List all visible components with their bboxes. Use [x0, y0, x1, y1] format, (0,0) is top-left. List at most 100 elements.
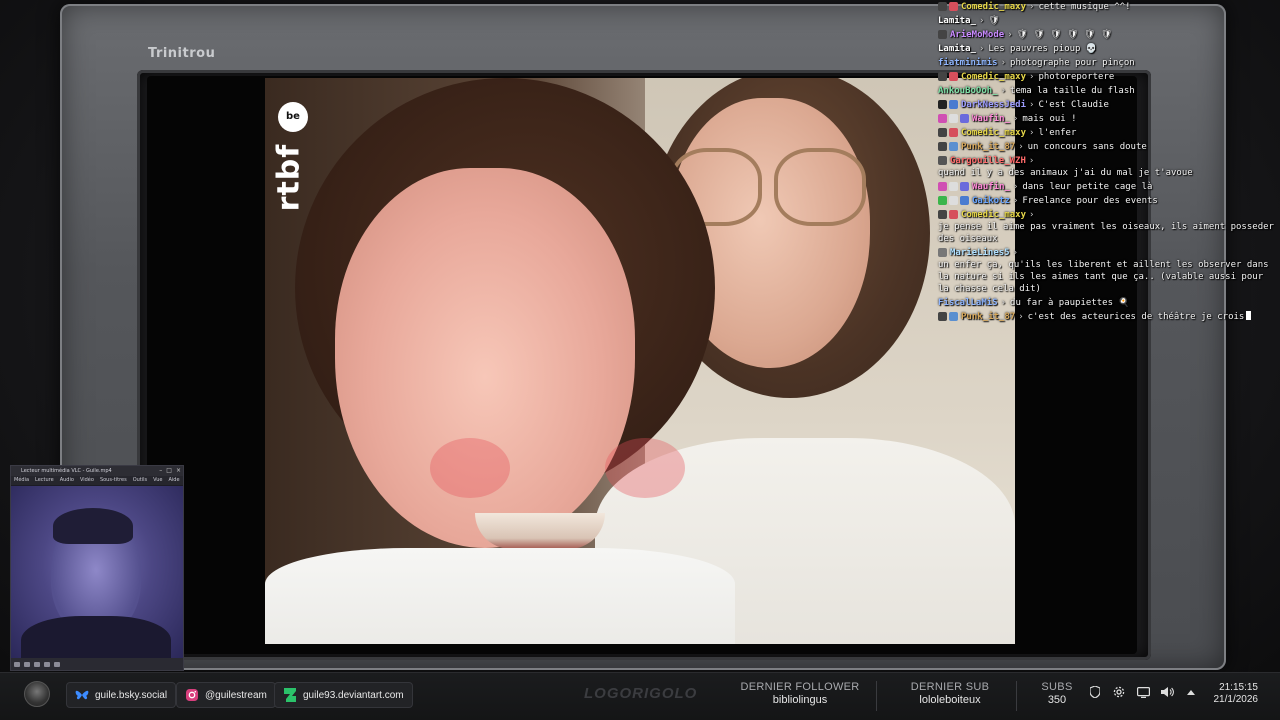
monitor-icon[interactable] [1136, 685, 1150, 699]
chat-username[interactable]: ArieMoMode [950, 29, 1004, 41]
webcam-menu-item[interactable]: Lecture [35, 476, 54, 485]
webcam-video [11, 486, 183, 660]
webcam-window[interactable]: Lecteur multimédia VLC - Guile.mp4 – □ ×… [10, 465, 184, 671]
chat-message: Comedic_maxy › photoreportere [936, 70, 1276, 84]
chat-badge-icon [949, 2, 958, 11]
chat-text: tema la taille du flash [1010, 86, 1135, 96]
chat-message: Comedic_maxy › l'enfer [936, 126, 1276, 140]
instagram-link[interactable]: @guilestream [176, 682, 276, 708]
webcam-menu-item[interactable]: Média [14, 476, 29, 485]
woman-front-face [335, 168, 685, 549]
bluesky-link[interactable]: guile.bsky.social [66, 682, 177, 708]
chat-badge-icon [938, 196, 947, 205]
chat-badges [938, 29, 947, 39]
divider [876, 681, 877, 711]
chat-badges [938, 247, 947, 257]
deviantart-icon [283, 688, 297, 702]
webcam-menu-item[interactable]: Vidéo [80, 476, 94, 485]
chat-separator: › [1000, 58, 1007, 68]
chat-message: AnkouBoOoh_ › tema la taille du flash [936, 84, 1276, 98]
chat-badge-icon [938, 210, 947, 219]
chat-username[interactable]: Gargouille_WZH [950, 155, 1026, 167]
chat-username[interactable]: Comedic_maxy [961, 71, 1026, 83]
chat-badges [938, 311, 958, 321]
chat-message: MarieLines5 › un enfer ça, qu'ils les libe… [936, 246, 1276, 296]
chat-separator: › [1028, 156, 1035, 166]
stop-icon[interactable] [34, 661, 40, 667]
chat-badges [938, 141, 958, 151]
chat-username[interactable]: Punk_it_87 [961, 311, 1015, 323]
chat-username[interactable]: Lamita_ [938, 15, 976, 27]
chat-username[interactable]: Comedic_maxy [961, 209, 1026, 221]
chat-badge-icon [938, 30, 947, 39]
chat-separator: › [978, 16, 985, 26]
webcam-menu-item[interactable]: Audio [60, 476, 74, 485]
minimize-icon[interactable]: – [159, 466, 162, 476]
instagram-icon [185, 688, 199, 702]
divider [1016, 681, 1017, 711]
chat-overlay: Comedic_maxy › cette musique ^^! Lamita_ › 🛡 A… [936, 0, 1276, 330]
chat-cursor [1246, 311, 1252, 320]
maximize-icon[interactable]: □ [166, 466, 172, 476]
chat-username[interactable]: AnkouBoOoh_ [938, 85, 998, 97]
chat-username[interactable]: DarkNessJedi [961, 99, 1026, 111]
clock[interactable]: 21:15:15 21/1/2026 [1214, 682, 1259, 706]
chat-separator: › [1029, 210, 1035, 220]
fullscreen-icon[interactable] [54, 661, 60, 667]
chat-text: quand il y a des animaux j'ai du mal je … [938, 168, 1193, 178]
chat-badge-icon [938, 72, 947, 81]
chevron-up-icon[interactable] [1184, 685, 1198, 699]
chat-badge-icon [938, 156, 947, 165]
play-icon[interactable] [14, 661, 20, 667]
chat-username[interactable]: Punk_it_87 [961, 141, 1015, 153]
last-sub: DERNIER SUB lololeboiteux [900, 681, 1000, 706]
chat-message: Gaikotz › Freelance pour des events [936, 194, 1276, 208]
chat-separator: › [1000, 86, 1007, 96]
last-sub-label: DERNIER SUB [910, 681, 990, 693]
chat-username[interactable]: FiscalLaMiS [938, 297, 998, 309]
chat-badge-icon [949, 72, 958, 81]
chat-message: DarkNessJedi › C'est Claudie [936, 98, 1276, 112]
chat-message: Lamita_ › 🛡 [936, 14, 1276, 28]
chat-badge-icon [938, 312, 947, 321]
deviantart-link[interactable]: guile93.deviantart.com [274, 682, 413, 708]
chat-badge-icon [938, 128, 947, 137]
chat-badge-icon [960, 114, 969, 123]
chat-text: 🛡 🛡 🛡 🛡 🛡 🛡 [1016, 30, 1113, 40]
stream-taskbar: guile.bsky.social @guilestream guile93.d… [0, 672, 1280, 720]
avatar[interactable] [24, 681, 50, 707]
chat-message: Waufin_ › dans leur petite cage là [936, 180, 1276, 194]
chat-separator: › [1029, 128, 1035, 138]
chat-badge-icon [949, 128, 958, 137]
settings-icon[interactable] [1112, 685, 1126, 699]
webcam-menu-item[interactable]: Outils [133, 476, 147, 485]
chat-badge-icon [938, 100, 947, 109]
webcam-menu-item[interactable]: Vue [153, 476, 162, 485]
chat-message: Gargouille_WZH › quand il y a des animaux … [936, 154, 1276, 180]
subs-label: SUBS [1041, 681, 1073, 693]
prev-icon[interactable] [24, 661, 30, 667]
chat-username[interactable]: Gaikotz [972, 195, 1010, 207]
chat-username[interactable]: Comedic_maxy [961, 1, 1026, 13]
next-icon[interactable] [44, 661, 50, 667]
chat-text: mais oui ! [1022, 114, 1077, 124]
webcam-menu-item[interactable]: Aide [168, 476, 179, 485]
close-icon[interactable]: × [176, 466, 181, 476]
chat-badges [938, 181, 969, 191]
volume-icon[interactable] [1160, 685, 1174, 699]
chat-username[interactable]: MarieLines5 [950, 247, 1010, 259]
chat-username[interactable]: Lamita_ [938, 43, 976, 55]
chat-separator: › [978, 44, 985, 54]
chat-separator: › [1012, 248, 1019, 258]
chat-text: l'enfer [1038, 128, 1077, 138]
chat-username[interactable]: Comedic_maxy [961, 127, 1026, 139]
chat-username[interactable]: Waufin_ [972, 113, 1010, 125]
chat-text: 🛡 [988, 16, 1000, 26]
chat-badge-icon [938, 182, 947, 191]
webcam-menu-item[interactable]: Sous-titres [100, 476, 127, 485]
deviantart-handle: guile93.deviantart.com [303, 689, 404, 701]
chat-username[interactable]: Waufin_ [972, 181, 1010, 193]
instagram-handle: @guilestream [205, 689, 267, 701]
chat-username[interactable]: fiatminimis [938, 57, 998, 69]
shield-icon[interactable] [1088, 685, 1102, 699]
